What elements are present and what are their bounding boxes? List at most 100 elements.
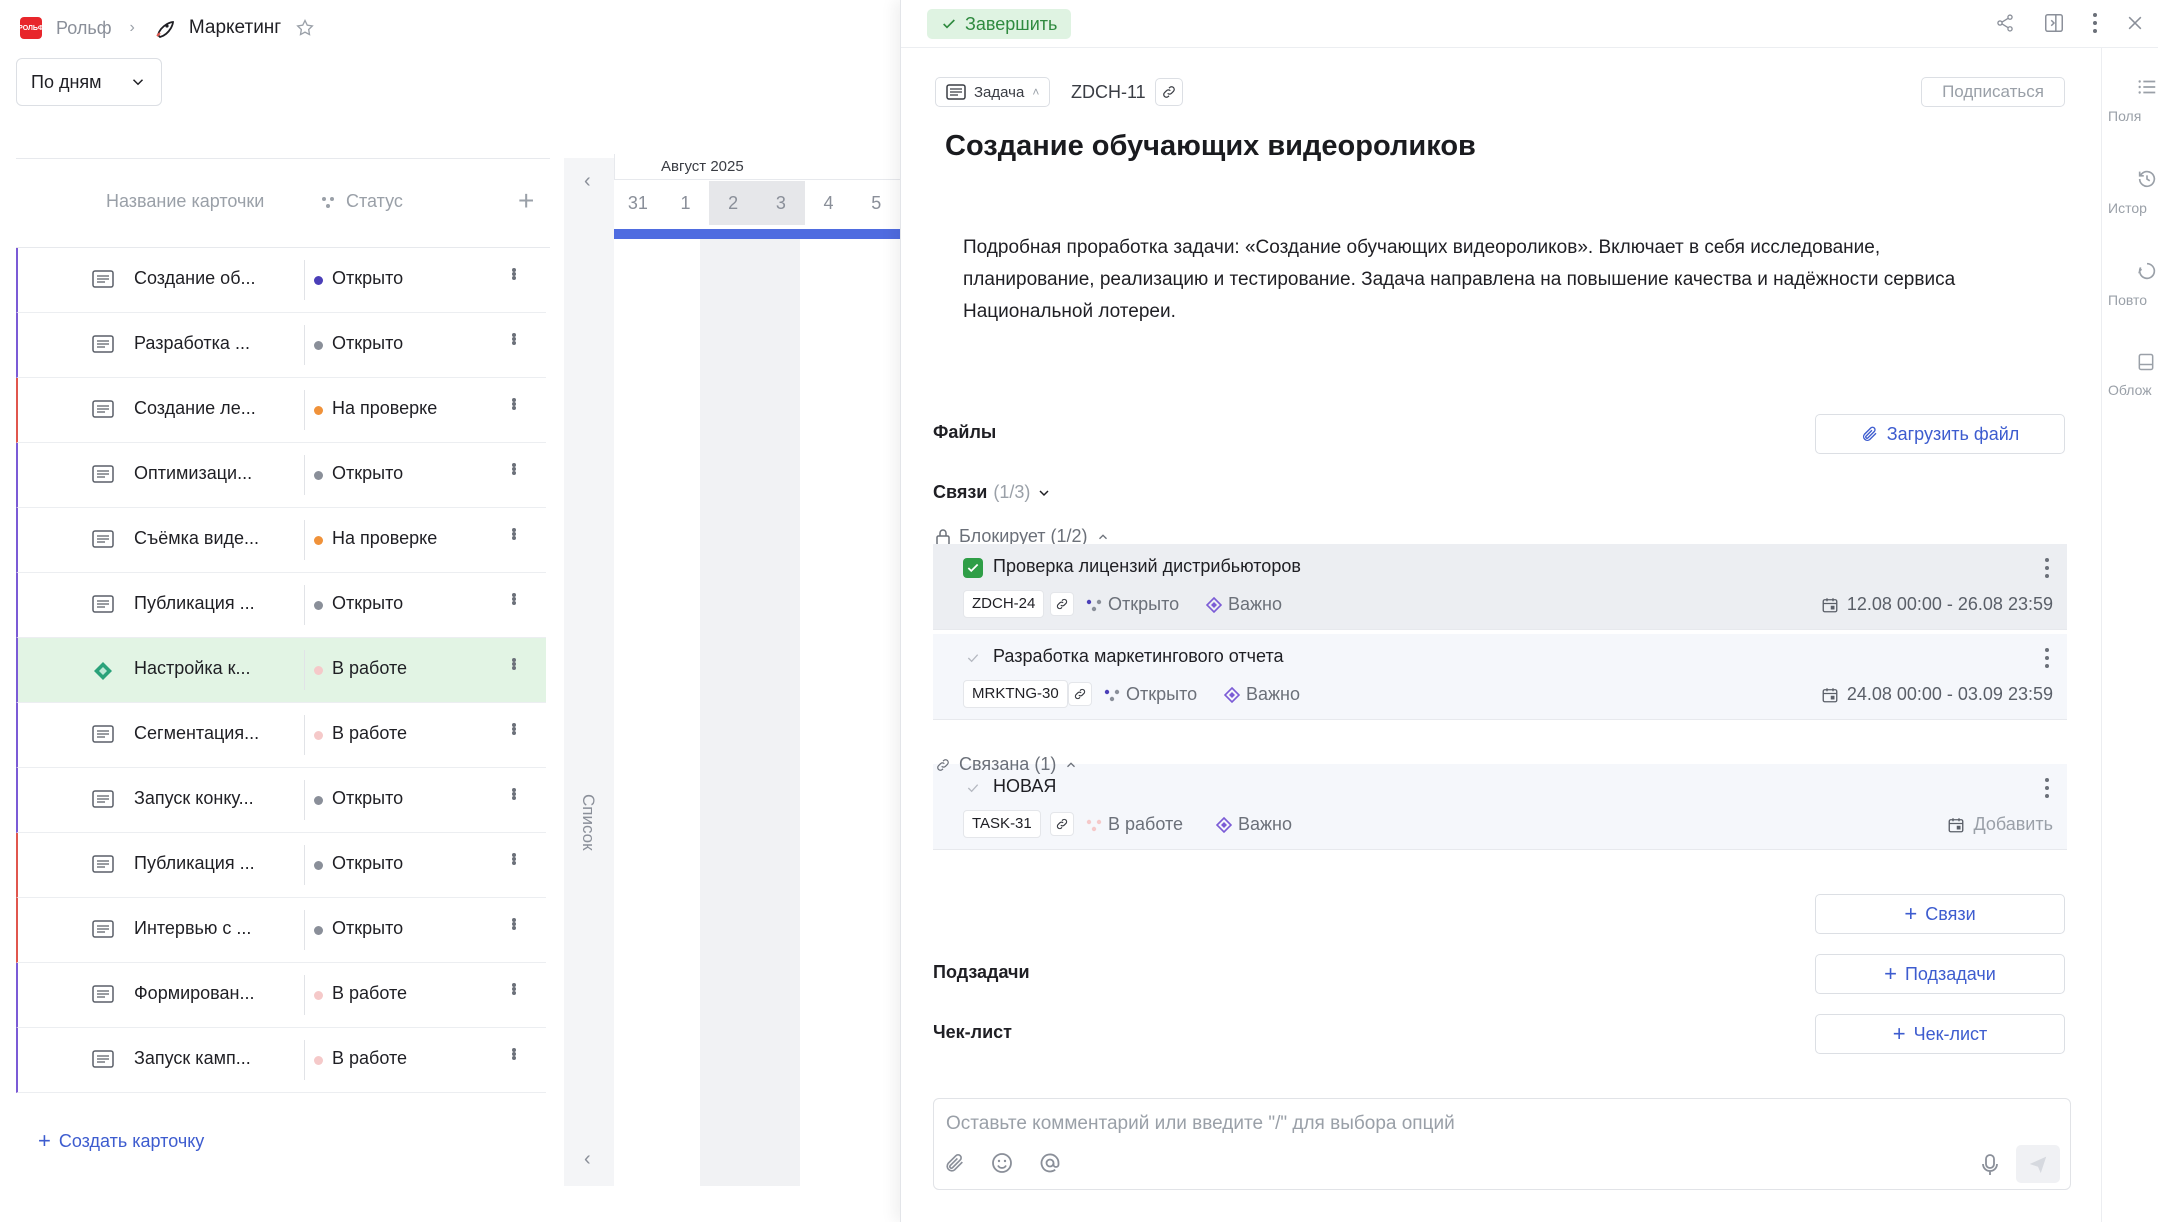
card-name[interactable]: Оптимизаци... bbox=[134, 463, 252, 484]
finish-button[interactable]: Завершить bbox=[927, 9, 1072, 39]
breadcrumb-workspace[interactable]: Рольф bbox=[56, 18, 112, 39]
card-row[interactable]: Публикация ... Открыто bbox=[16, 833, 546, 898]
breadcrumb-project[interactable]: Маркетинг bbox=[189, 17, 281, 39]
add-checklist-button[interactable]: + Чек-лист bbox=[1815, 1014, 2065, 1054]
card-name[interactable]: Создание ле... bbox=[134, 398, 256, 419]
card-status[interactable]: Открыто bbox=[332, 268, 403, 289]
more-icon[interactable] bbox=[512, 788, 516, 800]
list-collapse-strip[interactable]: ‹ Список ‹ bbox=[564, 158, 614, 1186]
linked-task-priority[interactable]: Важно bbox=[1224, 684, 1300, 705]
comment-box[interactable]: Оставьте комментарий или введите "/" для… bbox=[933, 1098, 2071, 1190]
more-icon[interactable] bbox=[512, 658, 516, 670]
linked-task-status[interactable]: Открыто bbox=[1104, 684, 1197, 705]
more-icon[interactable] bbox=[512, 528, 516, 540]
linked-task-priority[interactable]: Важно bbox=[1216, 814, 1292, 835]
card-row[interactable]: Интервью с ... Открыто bbox=[16, 898, 546, 963]
star-icon[interactable] bbox=[295, 18, 315, 38]
card-row[interactable]: Создание об... Открыто bbox=[16, 248, 546, 313]
card-row[interactable]: Настройка к... В работе bbox=[16, 638, 546, 703]
done-checkbox[interactable] bbox=[963, 648, 983, 668]
more-icon[interactable] bbox=[512, 268, 516, 280]
card-status[interactable]: В работе bbox=[332, 983, 407, 1004]
card-status[interactable]: На проверке bbox=[332, 398, 437, 419]
more-icon[interactable] bbox=[512, 853, 516, 865]
task-description[interactable]: Подробная проработка задачи: «Создание о… bbox=[963, 232, 2003, 328]
copy-link-button[interactable] bbox=[1155, 78, 1183, 106]
split-view-icon[interactable] bbox=[2043, 12, 2065, 34]
card-row[interactable]: Оптимизаци... Открыто bbox=[16, 443, 546, 508]
card-status[interactable]: Открыто bbox=[332, 593, 403, 614]
card-row[interactable]: Запуск конку... Открыто bbox=[16, 768, 546, 833]
card-name[interactable]: Запуск конку... bbox=[134, 788, 254, 809]
card-row[interactable]: Формирован... В работе bbox=[16, 963, 546, 1028]
linked-task-card[interactable]: Разработка маркетингового отчета MRKTNG-3… bbox=[933, 634, 2067, 720]
attach-icon[interactable] bbox=[944, 1152, 966, 1174]
rail-item-повто[interactable]: Повто bbox=[2108, 260, 2158, 308]
linked-task-priority[interactable]: Важно bbox=[1206, 594, 1282, 615]
more-icon[interactable] bbox=[2045, 558, 2049, 578]
card-name[interactable]: Публикация ... bbox=[134, 853, 255, 874]
card-status[interactable]: Открыто bbox=[332, 918, 403, 939]
card-name[interactable]: Публикация ... bbox=[134, 593, 255, 614]
add-subtask-button[interactable]: + Подзадачи bbox=[1815, 954, 2065, 994]
more-icon[interactable] bbox=[512, 983, 516, 995]
card-name[interactable]: Запуск камп... bbox=[134, 1048, 251, 1069]
link-icon[interactable] bbox=[1050, 812, 1074, 836]
linked-task-title[interactable]: Проверка лицензий дистрибьюторов bbox=[993, 556, 1301, 577]
create-card-button[interactable]: + Создать карточку bbox=[38, 1128, 204, 1154]
card-name[interactable]: Создание об... bbox=[134, 268, 256, 289]
linked-task-status[interactable]: Открыто bbox=[1086, 594, 1179, 615]
rail-item-поля[interactable]: Поля bbox=[2108, 76, 2158, 124]
more-icon[interactable] bbox=[2093, 13, 2097, 33]
chevron-left-icon[interactable]: ‹ bbox=[584, 1148, 591, 1171]
gantt-task-bar[interactable] bbox=[614, 229, 900, 239]
card-row[interactable]: Запуск камп... В работе bbox=[16, 1028, 546, 1093]
linked-task-dates[interactable]: 24.08 00:00 - 03.09 23:59 bbox=[1821, 684, 2053, 705]
related-group-toggle[interactable]: Связана (1) bbox=[935, 754, 1078, 775]
card-status[interactable]: Открыто bbox=[332, 333, 403, 354]
close-icon[interactable] bbox=[2125, 13, 2145, 33]
card-name[interactable]: Настройка к... bbox=[134, 658, 251, 679]
card-status[interactable]: На проверке bbox=[332, 528, 437, 549]
share-icon[interactable] bbox=[1995, 13, 2015, 33]
done-checkbox[interactable] bbox=[963, 778, 983, 798]
view-select[interactable]: По дням bbox=[16, 58, 162, 106]
card-row[interactable]: Съёмка виде... На проверке bbox=[16, 508, 546, 573]
card-row[interactable]: Сегментация... В работе bbox=[16, 703, 546, 768]
card-name[interactable]: Интервью с ... bbox=[134, 918, 251, 939]
card-status[interactable]: Открыто bbox=[332, 853, 403, 874]
linked-task-dates[interactable]: Добавить bbox=[1947, 814, 2053, 835]
more-icon[interactable] bbox=[512, 333, 516, 345]
card-name[interactable]: Формирован... bbox=[134, 983, 254, 1004]
card-name[interactable]: Сегментация... bbox=[134, 723, 259, 744]
card-status[interactable]: В работе bbox=[332, 723, 407, 744]
links-section-toggle[interactable]: Связи (1/3) bbox=[933, 482, 1052, 503]
card-name[interactable]: Разработка ... bbox=[134, 333, 250, 354]
send-button[interactable] bbox=[2016, 1145, 2060, 1183]
more-icon[interactable] bbox=[512, 1048, 516, 1060]
card-name[interactable]: Съёмка виде... bbox=[134, 528, 259, 549]
microphone-icon[interactable] bbox=[1980, 1153, 2000, 1177]
rail-item-облож[interactable]: Облож bbox=[2108, 352, 2158, 398]
link-icon[interactable] bbox=[1050, 592, 1074, 616]
more-icon[interactable] bbox=[512, 463, 516, 475]
card-row[interactable]: Разработка ... Открыто bbox=[16, 313, 546, 378]
card-row[interactable]: Публикация ... Открыто bbox=[16, 573, 546, 638]
chevron-left-icon[interactable]: ‹ bbox=[584, 170, 591, 193]
linked-task-title[interactable]: НОВАЯ bbox=[993, 776, 1056, 797]
add-link-button[interactable]: + Связи bbox=[1815, 894, 2065, 934]
task-type-select[interactable]: Задача ˄ bbox=[935, 77, 1051, 107]
card-status[interactable]: В работе bbox=[332, 1048, 407, 1069]
upload-file-button[interactable]: Загрузить файл bbox=[1815, 414, 2065, 454]
done-checkbox[interactable] bbox=[963, 558, 983, 578]
card-status[interactable]: Открыто bbox=[332, 463, 403, 484]
link-icon[interactable] bbox=[1068, 682, 1092, 706]
add-column-button[interactable]: + bbox=[518, 187, 534, 215]
card-status[interactable]: В работе bbox=[332, 658, 407, 679]
more-icon[interactable] bbox=[2045, 778, 2049, 798]
emoji-icon[interactable] bbox=[990, 1151, 1014, 1175]
linked-task-status[interactable]: В работе bbox=[1086, 814, 1183, 835]
linked-task-title[interactable]: Разработка маркетингового отчета bbox=[993, 646, 1284, 667]
more-icon[interactable] bbox=[2045, 648, 2049, 668]
card-row[interactable]: Создание ле... На проверке bbox=[16, 378, 546, 443]
